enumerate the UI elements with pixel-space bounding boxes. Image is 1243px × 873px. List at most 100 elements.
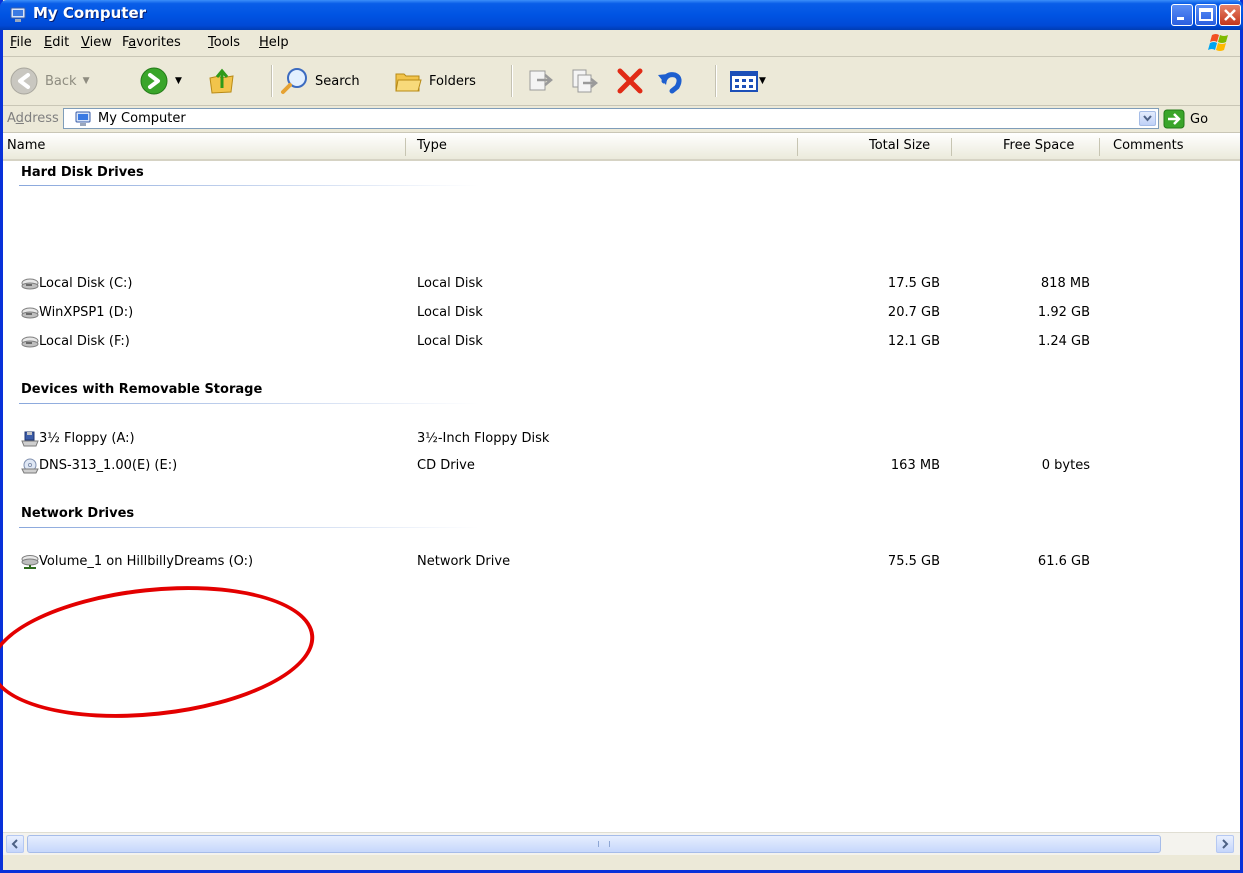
folders-button[interactable]: Folders	[393, 63, 476, 99]
menu-file-label: ile	[16, 35, 32, 50]
scroll-grip	[598, 841, 610, 847]
undo-icon	[658, 72, 682, 94]
address-label-rest: dress	[23, 111, 59, 126]
my-computer-icon	[10, 7, 26, 22]
views-icon	[730, 71, 758, 92]
forward-dropdown-icon[interactable]: ▼	[175, 76, 182, 86]
go-arrow-icon	[1163, 109, 1185, 129]
search-label: Search	[315, 73, 360, 89]
group-divider	[19, 527, 479, 528]
column-header-total-size[interactable]: Total Size	[869, 138, 930, 153]
address-label-key: d	[15, 111, 24, 126]
hard-disk-icon	[21, 336, 39, 348]
drive-name: Local Disk (F:)	[39, 334, 130, 349]
drive-free-space: 1.92 GB	[1037, 305, 1090, 320]
chevron-right-icon	[1222, 839, 1229, 849]
menu-bar: File Edit View Favorites Tools Help	[3, 30, 1240, 57]
column-divider[interactable]	[405, 138, 406, 156]
search-button[interactable]: Search	[279, 63, 360, 99]
menu-help[interactable]: Help	[259, 35, 289, 50]
group-header-removable-storage: Devices with Removable Storage	[21, 382, 263, 397]
address-label-pre: A	[7, 111, 16, 126]
go-label: Go	[1190, 111, 1209, 127]
cd-drive-icon	[21, 458, 39, 474]
drive-type: Local Disk	[417, 305, 483, 320]
drive-type: Local Disk	[417, 334, 483, 349]
drive-total-size: 163 MB	[890, 458, 940, 473]
title-bar[interactable]: My Computer	[0, 0, 1243, 30]
copy-to-button[interactable]	[569, 63, 599, 99]
windows-logo-icon	[1208, 34, 1228, 51]
copy-to-icon	[572, 69, 599, 93]
address-value: My Computer	[98, 111, 186, 126]
scroll-right-button[interactable]	[1216, 835, 1234, 853]
floppy-drive-icon	[21, 431, 39, 447]
drive-free-space: 818 MB	[1040, 276, 1090, 291]
column-header-free-space[interactable]: Free Space	[1003, 138, 1074, 153]
drive-type: CD Drive	[417, 458, 475, 473]
menu-edit[interactable]: Edit	[44, 35, 69, 50]
folders-label: Folders	[429, 73, 476, 89]
menu-file[interactable]: File	[10, 35, 32, 50]
list-item[interactable]: Volume_1 on HillbillyDreams (O:) Network…	[3, 553, 1240, 572]
list-item[interactable]: Local Disk (C:) Local Disk 17.5 GB 818 M…	[3, 275, 1240, 294]
views-button[interactable]: ▼	[729, 63, 766, 99]
back-label: Back	[45, 73, 77, 89]
scroll-left-button[interactable]	[6, 835, 24, 853]
move-to-icon	[529, 70, 553, 91]
drive-free-space: 1.24 GB	[1037, 334, 1090, 349]
drive-total-size: 20.7 GB	[887, 305, 940, 320]
list-item[interactable]: WinXPSP1 (D:) Local Disk 20.7 GB 1.92 GB	[3, 304, 1240, 323]
column-divider[interactable]	[1099, 138, 1100, 156]
column-header-comments[interactable]: Comments	[1113, 138, 1183, 153]
drive-type: 3½-Inch Floppy Disk	[417, 431, 550, 446]
undo-button[interactable]	[655, 63, 685, 99]
column-divider[interactable]	[797, 138, 798, 156]
close-icon	[1224, 9, 1236, 21]
back-dropdown-icon[interactable]: ▼	[83, 76, 90, 86]
forward-button[interactable]: ▼	[139, 63, 182, 99]
explorer-window: My Computer File Edit View Favorites Too…	[0, 0, 1243, 873]
back-arrow-icon	[10, 67, 38, 95]
drive-name: WinXPSP1 (D:)	[39, 305, 134, 320]
drive-name: Local Disk (C:)	[39, 276, 133, 291]
close-button[interactable]	[1219, 4, 1241, 26]
minimize-icon	[1177, 17, 1184, 20]
move-to-button[interactable]	[525, 63, 555, 99]
menu-view-key: V	[81, 35, 90, 50]
address-dropdown-button[interactable]	[1139, 111, 1156, 126]
menu-favorites[interactable]: Favorites	[122, 35, 181, 50]
drive-total-size: 17.5 GB	[887, 276, 940, 291]
column-header-type[interactable]: Type	[417, 138, 447, 153]
maximize-icon	[1199, 8, 1213, 21]
list-item[interactable]: 3½ Floppy (A:) 3½-Inch Floppy Disk	[3, 430, 1240, 449]
delete-button[interactable]	[615, 63, 645, 99]
drive-type: Network Drive	[417, 554, 511, 569]
network-drive-icon	[21, 555, 39, 569]
forward-arrow-icon	[140, 67, 168, 95]
list-item[interactable]: Local Disk (F:) Local Disk 12.1 GB 1.24 …	[3, 333, 1240, 352]
up-folder-button[interactable]	[207, 63, 237, 99]
hard-disk-icon	[21, 278, 39, 290]
drive-type: Local Disk	[417, 276, 483, 291]
back-button[interactable]: Back ▼	[9, 63, 89, 99]
toolbar-separator	[511, 65, 513, 97]
column-header-name[interactable]: Name	[7, 138, 45, 153]
views-dropdown-icon[interactable]: ▼	[759, 76, 766, 86]
column-header-bar: Name Type Total Size Free Space Comments	[3, 133, 1240, 161]
column-divider[interactable]	[951, 138, 952, 156]
drive-free-space: 0 bytes	[1041, 458, 1090, 473]
drive-name: Volume_1 on HillbillyDreams (O:)	[39, 554, 254, 569]
window-title: My Computer	[33, 4, 147, 22]
horizontal-scrollbar[interactable]	[3, 832, 1240, 855]
file-list: Name Type Total Size Free Space Comments…	[3, 133, 1240, 832]
menu-tools[interactable]: Tools	[208, 35, 240, 50]
address-field[interactable]: My Computer	[63, 108, 1159, 129]
menu-view[interactable]: View	[81, 35, 112, 50]
list-item[interactable]: DNS-313_1.00(E) (E:) CD Drive 163 MB 0 b…	[3, 457, 1240, 476]
go-button[interactable]: Go	[1163, 109, 1208, 129]
scroll-thumb[interactable]	[27, 835, 1161, 853]
maximize-button[interactable]	[1195, 4, 1217, 26]
minimize-button[interactable]	[1171, 4, 1193, 26]
drive-total-size: 12.1 GB	[887, 334, 940, 349]
